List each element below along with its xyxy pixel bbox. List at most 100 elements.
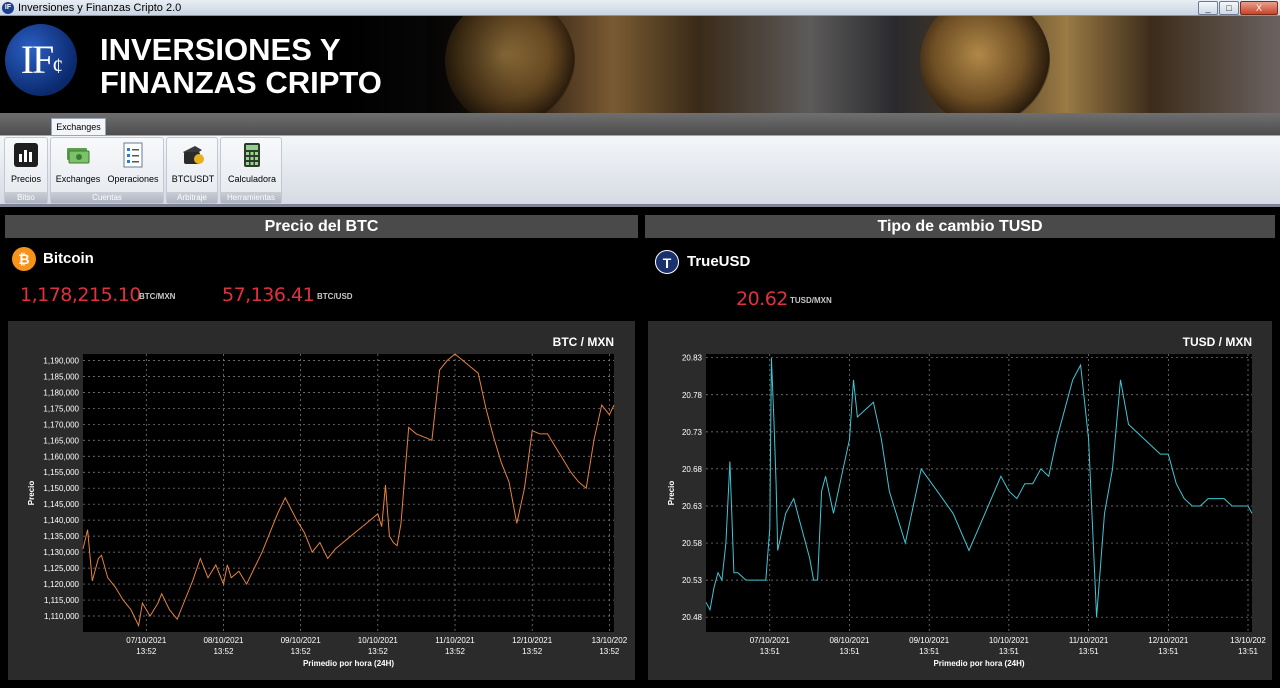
btc-mxn-unit: BTC/MXN (139, 292, 176, 301)
y-tick-label: 1,135,000 (43, 532, 79, 541)
y-tick-label: 1,130,000 (43, 548, 79, 557)
y-tick-label: 1,160,000 (43, 452, 79, 461)
maximize-button[interactable]: □ (1219, 1, 1239, 15)
y-tick-label: 20.63 (682, 502, 703, 511)
trueusd-icon: T (655, 250, 679, 274)
y-tick-label: 1,165,000 (43, 436, 79, 445)
chart-title: BTC / MXN (553, 335, 614, 349)
ribbon-group-label: Herramientas (221, 192, 281, 203)
x-tick-date: 13/10/202 (1230, 636, 1266, 645)
x-tick-time: 13:52 (213, 647, 234, 656)
plot-area (83, 354, 614, 632)
btc-chart-container: 1,110,000 1,115,000 1,120,000 1,125,000 1,13… (8, 321, 635, 680)
x-tick-date: 10/10/2021 (358, 636, 399, 645)
y-tick-label: 20.68 (682, 465, 703, 474)
x-tick-date: 08/10/2021 (203, 636, 244, 645)
tusd-mxn-unit: TUSD/MXN (790, 296, 832, 305)
y-tick-label: 20.53 (682, 576, 703, 585)
x-tick-date: 10/10/2021 (989, 636, 1030, 645)
app-icon: IF (2, 2, 14, 14)
x-tick-date: 11/10/2021 (435, 636, 475, 645)
window-titlebar: IF Inversiones y Finanzas Cripto 2.0 _ □… (0, 0, 1280, 16)
x-tick-time: 13:52 (136, 647, 157, 656)
y-tick-label: 20.73 (682, 428, 703, 437)
window-title: Inversiones y Finanzas Cripto 2.0 (18, 2, 182, 14)
x-tick-time: 13:52 (291, 647, 312, 656)
y-tick-label: 20.78 (682, 391, 703, 400)
x-tick-time: 13:52 (599, 647, 620, 656)
y-tick-label: 1,190,000 (43, 356, 79, 365)
x-tick-time: 13:52 (368, 647, 389, 656)
y-tick-label: 1,150,000 (43, 484, 79, 493)
tusd-mxn-price: 20.62 (736, 288, 788, 310)
y-tick-label: 1,125,000 (43, 564, 79, 573)
tusd-coin-name: TrueUSD (687, 253, 751, 270)
y-tick-label: 1,155,000 (43, 468, 79, 477)
ribbon-group-bitso: Precios Bitso (4, 137, 48, 204)
plot-area (706, 354, 1252, 632)
x-tick-date: 12/10/2021 (512, 636, 553, 645)
btc-mxn-price: 1,178,215.10 (20, 284, 141, 306)
ribbon-group-arbitraje: BTCUSDT Arbitraje (166, 137, 218, 204)
chart-icon (14, 143, 38, 167)
x-tick-time: 13:51 (760, 647, 781, 656)
ribbon-group-label: Cuentas (51, 192, 163, 203)
btcusdt-button[interactable]: BTCUSDT (169, 142, 217, 192)
y-tick-label: 1,115,000 (44, 596, 80, 605)
calculadora-button[interactable]: Calculadora (223, 142, 281, 192)
tab-exchanges[interactable]: Exchanges (51, 118, 106, 136)
y-tick-label: 1,170,000 (43, 420, 79, 429)
app-logo: IF¢ (5, 24, 77, 96)
app-title: INVERSIONES Y FINANZAS CRIPTO (100, 32, 382, 100)
x-axis-label: Primedio por hora (24H) (933, 659, 1024, 668)
ribbon-group-label: Bitso (5, 192, 47, 203)
ribbon-group-cuentas: Exchanges Operaciones Cuentas (50, 137, 164, 204)
ribbon: Precios Bitso Exchanges Operaciones Cuen… (0, 135, 1280, 207)
x-tick-date: 07/10/2021 (750, 636, 791, 645)
ribbon-tab-bar: Exchanges (0, 113, 1280, 136)
x-tick-time: 13:51 (1079, 647, 1100, 656)
y-tick-label: 20.83 (682, 354, 703, 363)
bitcoin-coin-image (920, 16, 1050, 113)
y-tick-label: 1,145,000 (43, 500, 79, 509)
y-tick-label: 1,120,000 (43, 580, 79, 589)
tusd-chart-container: 20.48 20.53 20.58 20.63 20.68 20.73 20.78 20.83… (648, 321, 1272, 680)
x-tick-date: 07/10/2021 (126, 636, 167, 645)
y-axis-label: Precio (667, 481, 676, 506)
x-tick-time: 13:52 (445, 647, 466, 656)
x-tick-time: 13:52 (522, 647, 543, 656)
main-content: Precio del BTC ₿ Bitcoin 1,178,215.10 BT… (0, 210, 1280, 688)
wallet-icon (183, 146, 204, 164)
btc-usd-price: 57,136.41 (222, 284, 315, 306)
minimize-button[interactable]: _ (1198, 1, 1218, 15)
x-tick-date: 11/10/2021 (1069, 636, 1109, 645)
money-icon (67, 148, 90, 164)
tusd-panel-header: Tipo de cambio TUSD (645, 215, 1275, 238)
y-tick-label: 1,180,000 (43, 388, 79, 397)
x-tick-time: 13:51 (1238, 647, 1259, 656)
exchanges-button[interactable]: Exchanges (53, 142, 103, 192)
x-tick-date: 12/10/2021 (1148, 636, 1189, 645)
checklist-icon (123, 142, 143, 168)
x-tick-time: 13:51 (1158, 647, 1179, 656)
x-tick-date: 09/10/2021 (909, 636, 950, 645)
y-tick-label: 1,175,000 (43, 404, 79, 413)
x-tick-date: 09/10/2021 (281, 636, 322, 645)
operaciones-button[interactable]: Operaciones (105, 142, 161, 192)
calculator-icon (244, 143, 260, 167)
close-button[interactable]: X (1240, 1, 1278, 15)
x-tick-date: 13/10/202 (592, 636, 628, 645)
tusd-mxn-chart: 20.48 20.53 20.58 20.63 20.68 20.73 20.78 20.83… (667, 335, 1266, 668)
x-tick-time: 13:51 (839, 647, 860, 656)
btc-usd-unit: BTC/USD (317, 292, 353, 301)
ribbon-group-label: Arbitraje (167, 192, 217, 203)
x-tick-time: 13:51 (919, 647, 940, 656)
btc-coin-name: Bitcoin (43, 250, 94, 267)
x-tick-date: 08/10/2021 (829, 636, 870, 645)
bitcoin-icon: ₿ (12, 247, 36, 271)
y-tick-label: 1,140,000 (43, 516, 79, 525)
x-tick-time: 13:51 (999, 647, 1020, 656)
btc-panel-header: Precio del BTC (5, 215, 638, 238)
precios-button[interactable]: Precios (7, 142, 45, 192)
y-tick-label: 20.58 (682, 539, 703, 548)
